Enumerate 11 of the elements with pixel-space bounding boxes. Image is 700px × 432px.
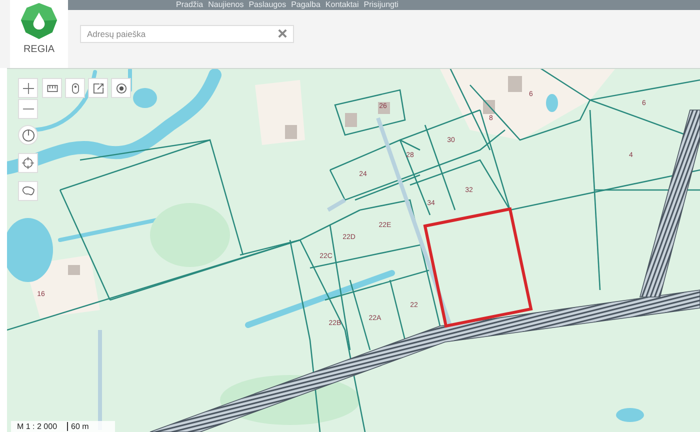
nav-link[interactable]: Pagalba [291,1,320,9]
logo-text: REGIA [23,44,55,55]
address-search-field[interactable]: Adresų paieška [80,25,294,43]
nav-link[interactable]: Naujienos [208,1,244,9]
logo[interactable]: REGIA [10,0,68,68]
scale-ratio: M 1 : 2 000 [17,422,58,431]
nav-link[interactable]: Kontaktai [325,1,359,9]
scale-bar: 60 m [67,422,109,431]
nav-link[interactable]: Paslaugos [248,1,286,9]
nav-link[interactable]: Prisijungti [364,1,398,9]
nav-link[interactable]: Pradžia [176,1,204,9]
